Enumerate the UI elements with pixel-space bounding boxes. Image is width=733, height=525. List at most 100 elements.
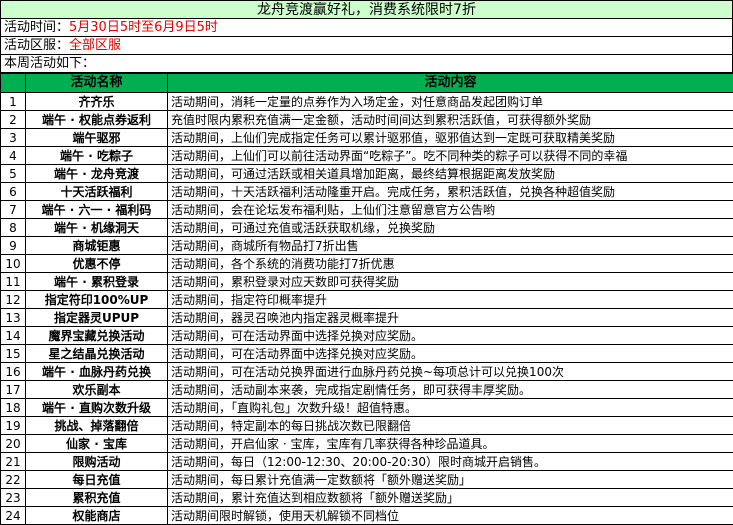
row-number: 6 — [1, 183, 26, 201]
activity-description: 活动期间，上仙们可以前往活动界面“吃粽子”。吃不同种类的粽子可以获得不同的幸福 — [168, 147, 733, 165]
activity-description: 活动期间，上仙们完成指定任务可以累计驱邪值，驱邪值达到一定既可获取精美奖励 — [168, 129, 733, 147]
activity-name: 十天活跃福利 — [26, 183, 168, 201]
table-row: 2端午 · 权能点券返利充值时限内累积充值满一定金额，活动时间间达到累积活跃值，… — [1, 111, 733, 129]
activity-time-value: 5月30日5时至6月9日5时 — [69, 20, 218, 35]
table-row: 6十天活跃福利活动期间，十天活跃福利活动隆重开启。完成任务，累积活跃值，兑换各种… — [1, 183, 733, 201]
activity-description: 活动期间，活动副本来袭，完成指定剧情任务，即可获得丰厚奖励。 — [168, 381, 733, 399]
activity-description: 活动期间，开启仙家 · 宝库，宝库有几率获得各种珍品道具。 — [168, 435, 733, 453]
row-number: 15 — [1, 345, 26, 363]
table-row: 8端午 · 机缘洞天活动期间，可通过充值或活跃获取机缘，兑换奖励 — [1, 219, 733, 237]
activity-description: 活动期间，十天活跃福利活动隆重开启。完成任务，累积活跃值，兑换各种超值奖励 — [168, 183, 733, 201]
row-number: 18 — [1, 399, 26, 417]
activity-sheet: 龙舟竞渡赢好礼，消费系统限时7折 活动时间：5月30日5时至6月9日5时 活动区… — [0, 0, 733, 524]
row-number: 2 — [1, 111, 26, 129]
row-number: 13 — [1, 309, 26, 327]
activity-description: 活动期间，指定符印概率提升 — [168, 291, 733, 309]
table-row: 18端午 · 直购次数升级活动期间，「直购礼包」次数升级！超值特惠。 — [1, 399, 733, 417]
activity-name: 端午 · 吃粽子 — [26, 147, 168, 165]
activity-name: 欢乐副本 — [26, 381, 168, 399]
activity-server-value: 全部区服 — [69, 38, 121, 53]
activity-name: 仙家 · 宝库 — [26, 435, 168, 453]
page-title: 龙舟竞渡赢好礼，消费系统限时7折 — [0, 0, 733, 19]
row-number: 14 — [1, 327, 26, 345]
row-number: 20 — [1, 435, 26, 453]
activity-description: 活动期间，可在活动兑换界面进行血脉丹药兑换~每项总计可以兑换100次 — [168, 363, 733, 381]
activity-table: 活动名称 活动内容 1齐齐乐活动期间，消耗一定量的点券作为入场定金，对任意商品发… — [0, 73, 733, 525]
header-activity-content: 活动内容 — [168, 74, 733, 93]
activity-name: 魔界宝藏兑换活动 — [26, 327, 168, 345]
activity-name: 端午驱邪 — [26, 129, 168, 147]
row-number: 4 — [1, 147, 26, 165]
table-row: 21限购活动活动期间，每日（12:00-12:30、20:00-20:30）限时… — [1, 453, 733, 471]
table-row: 14魔界宝藏兑换活动活动期间，可在活动界面中选择兑换对应奖励。 — [1, 327, 733, 345]
activity-description: 活动期间，「直购礼包」次数升级！超值特惠。 — [168, 399, 733, 417]
activity-name: 优惠不停 — [26, 255, 168, 273]
weekly-activities-row: 本周活动如下： — [0, 55, 733, 73]
table-row: 10优惠不停活动期间，各个系统的消费功能打7折优惠 — [1, 255, 733, 273]
activity-time-row: 活动时间：5月30日5时至6月9日5时 — [0, 19, 733, 37]
table-row: 7端午 · 六一 · 福利码活动期间，会在论坛发布福利贴，上仙们注意留意官方公告… — [1, 201, 733, 219]
table-row: 20仙家 · 宝库活动期间，开启仙家 · 宝库，宝库有几率获得各种珍品道具。 — [1, 435, 733, 453]
activity-name: 端午 · 血脉丹药兑换 — [26, 363, 168, 381]
row-number: 16 — [1, 363, 26, 381]
table-header-row: 活动名称 活动内容 — [1, 74, 733, 93]
activity-name: 权能商店 — [26, 507, 168, 525]
table-row: 13指定器灵UPUP活动期间，器灵召唤池内指定器灵概率提升 — [1, 309, 733, 327]
activity-description: 活动期间，累计充值达到相应数额将「额外赠送奖励」 — [168, 489, 733, 507]
row-number: 9 — [1, 237, 26, 255]
table-row: 5端午 · 龙舟竞渡活动期间，可通过活跃或相关道具增加距离，最终结算根据距离发放… — [1, 165, 733, 183]
activity-name: 指定符印100%UP — [26, 291, 168, 309]
row-number: 22 — [1, 471, 26, 489]
activity-description: 活动期间，可在活动界面中选择兑换对应奖励。 — [168, 327, 733, 345]
row-number: 24 — [1, 507, 26, 525]
row-number: 23 — [1, 489, 26, 507]
table-row: 22每日充值活动期间，每日累计充值满一定数额将「额外赠送奖励」 — [1, 471, 733, 489]
row-number: 1 — [1, 93, 26, 111]
activity-name: 端午 · 权能点券返利 — [26, 111, 168, 129]
activity-name: 星之结晶兑换活动 — [26, 345, 168, 363]
row-number: 10 — [1, 255, 26, 273]
activity-description: 活动期间限时解锁，使用天机解锁不同档位 — [168, 507, 733, 525]
activity-description: 活动期间，可在活动界面中选择兑换对应奖励。 — [168, 345, 733, 363]
activity-description: 充值时限内累积充值满一定金额，活动时间间达到累积活跃值，可获得额外奖励 — [168, 111, 733, 129]
activity-description: 活动期间，会在论坛发布福利贴，上仙们注意留意官方公告哟 — [168, 201, 733, 219]
activity-name: 指定器灵UPUP — [26, 309, 168, 327]
activity-name: 限购活动 — [26, 453, 168, 471]
row-number: 3 — [1, 129, 26, 147]
activity-description: 活动期间，消耗一定量的点券作为入场定金，对任意商品发起团购订单 — [168, 93, 733, 111]
row-number: 12 — [1, 291, 26, 309]
table-row: 19挑战、掉落翻倍活动期间，特定副本的每日挑战次数已限翻倍 — [1, 417, 733, 435]
row-number: 11 — [1, 273, 26, 291]
row-number: 17 — [1, 381, 26, 399]
table-row: 4端午 · 吃粽子活动期间，上仙们可以前往活动界面“吃粽子”。吃不同种类的粽子可… — [1, 147, 733, 165]
activity-name: 端午 · 六一 · 福利码 — [26, 201, 168, 219]
activity-name: 端午 · 龙舟竞渡 — [26, 165, 168, 183]
activity-name: 端午 · 机缘洞天 — [26, 219, 168, 237]
row-number: 5 — [1, 165, 26, 183]
row-number: 8 — [1, 219, 26, 237]
activity-name: 每日充值 — [26, 471, 168, 489]
activity-name: 齐齐乐 — [26, 93, 168, 111]
activity-time-label: 活动时间： — [4, 20, 69, 35]
activity-description: 活动期间，可通过充值或活跃获取机缘，兑换奖励 — [168, 219, 733, 237]
activity-server-label: 活动区服： — [4, 38, 69, 53]
table-row: 9商城钜惠活动期间，商城所有物品打7折出售 — [1, 237, 733, 255]
activity-description: 活动期间，特定副本的每日挑战次数已限翻倍 — [168, 417, 733, 435]
activity-description: 活动期间，商城所有物品打7折出售 — [168, 237, 733, 255]
row-number: 19 — [1, 417, 26, 435]
table-row: 12指定符印100%UP活动期间，指定符印概率提升 — [1, 291, 733, 309]
activity-name: 端午 · 累积登录 — [26, 273, 168, 291]
activity-name: 挑战、掉落翻倍 — [26, 417, 168, 435]
activity-description: 活动期间，每日（12:00-12:30、20:00-20:30）限时商城开启销售… — [168, 453, 733, 471]
activity-description: 活动期间，累积登录对应天数即可获得奖励 — [168, 273, 733, 291]
table-row: 23累积充值活动期间，累计充值达到相应数额将「额外赠送奖励」 — [1, 489, 733, 507]
table-row: 1齐齐乐活动期间，消耗一定量的点券作为入场定金，对任意商品发起团购订单 — [1, 93, 733, 111]
weekly-activities-label: 本周活动如下： — [4, 56, 95, 71]
activity-name: 商城钜惠 — [26, 237, 168, 255]
table-row: 24权能商店活动期间限时解锁，使用天机解锁不同档位 — [1, 507, 733, 525]
activity-description: 活动期间，可通过活跃或相关道具增加距离，最终结算根据距离发放奖励 — [168, 165, 733, 183]
table-row: 11端午 · 累积登录活动期间，累积登录对应天数即可获得奖励 — [1, 273, 733, 291]
row-number: 21 — [1, 453, 26, 471]
activity-description: 活动期间，器灵召唤池内指定器灵概率提升 — [168, 309, 733, 327]
table-row: 17欢乐副本活动期间，活动副本来袭，完成指定剧情任务，即可获得丰厚奖励。 — [1, 381, 733, 399]
